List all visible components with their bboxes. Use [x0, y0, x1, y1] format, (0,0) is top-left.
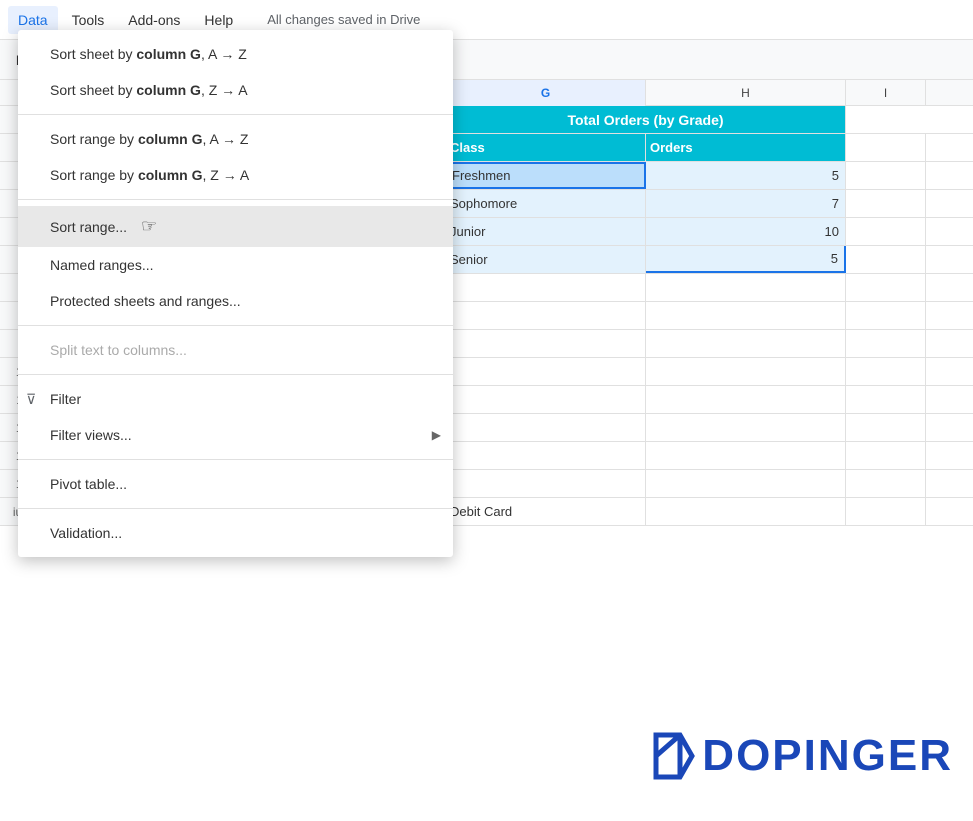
sort-range-item[interactable]: Sort range... ☞	[18, 206, 453, 247]
cell-h9[interactable]	[646, 330, 846, 357]
cell-h13[interactable]	[646, 442, 846, 469]
dopinger-d-icon	[648, 731, 700, 781]
cell-h6-5[interactable]: 5	[646, 246, 846, 273]
sort-range-za-label: Sort range by column G, Z → A	[50, 167, 249, 183]
cell-g13[interactable]	[446, 442, 646, 469]
cell-g10[interactable]	[446, 358, 646, 385]
filter-views-label: Filter views...	[50, 427, 132, 443]
cell-g1-title[interactable]: Total Orders (by Grade)	[446, 106, 846, 133]
pivot-table-item[interactable]: Pivot table...	[18, 466, 453, 502]
protected-sheets-label: Protected sheets and ranges...	[50, 293, 241, 309]
sort-range-label: Sort range...	[50, 219, 127, 235]
cell-g7[interactable]	[446, 274, 646, 301]
cell-h8[interactable]	[646, 302, 846, 329]
dopinger-text: DOPINGER	[702, 731, 953, 781]
separator-4	[18, 374, 453, 375]
dropdown-menu: Sort sheet by column G, A → Z Sort sheet…	[18, 30, 453, 557]
separator-6	[18, 508, 453, 509]
cell-g-bottom[interactable]: Debit Card	[446, 498, 646, 525]
cell-i3[interactable]	[846, 162, 926, 189]
cell-i11[interactable]	[846, 386, 926, 413]
separator-1	[18, 114, 453, 115]
col-header-g[interactable]: G	[446, 80, 646, 106]
cell-i12[interactable]	[846, 414, 926, 441]
cell-i10[interactable]	[846, 358, 926, 385]
sort-range-za[interactable]: Sort range by column G, Z → A	[18, 157, 453, 193]
split-text-item[interactable]: Split text to columns...	[18, 332, 453, 368]
cell-g12[interactable]	[446, 414, 646, 441]
cell-h2-orders[interactable]: Orders	[646, 134, 846, 161]
filter-views-arrow: ▶	[432, 428, 441, 442]
named-ranges-label: Named ranges...	[50, 257, 154, 273]
named-ranges-item[interactable]: Named ranges...	[18, 247, 453, 283]
cell-h-bottom[interactable]	[646, 498, 846, 525]
protected-sheets-item[interactable]: Protected sheets and ranges...	[18, 283, 453, 319]
col-header-h[interactable]: H	[646, 80, 846, 106]
sort-range-az[interactable]: Sort range by column G, A → Z	[18, 121, 453, 157]
pivot-table-label: Pivot table...	[50, 476, 127, 492]
sort-sheet-az[interactable]: Sort sheet by column G, A → Z	[18, 36, 453, 72]
cursor-icon: ☞	[141, 216, 157, 237]
cell-g2-class[interactable]: Class	[446, 134, 646, 161]
filter-label: Filter	[50, 391, 81, 407]
save-status: All changes saved in Drive	[267, 12, 420, 27]
cell-i-bottom[interactable]	[846, 498, 926, 525]
cell-g14[interactable]	[446, 470, 646, 497]
sort-sheet-za-label: Sort sheet by column G, Z → A	[50, 82, 248, 98]
sort-sheet-az-label: Sort sheet by column G, A → Z	[50, 46, 247, 62]
dopinger-logo: DOPINGER	[648, 731, 953, 781]
cell-g8[interactable]	[446, 302, 646, 329]
col-header-i[interactable]: I	[846, 80, 926, 106]
validation-label: Validation...	[50, 525, 122, 541]
sort-range-az-label: Sort range by column G, A → Z	[50, 131, 248, 147]
cell-i4[interactable]	[846, 190, 926, 217]
cell-h14[interactable]	[646, 470, 846, 497]
cell-i9[interactable]	[846, 330, 926, 357]
separator-5	[18, 459, 453, 460]
filter-views-item[interactable]: Filter views... ▶	[18, 417, 453, 453]
cell-i7[interactable]	[846, 274, 926, 301]
filter-icon: ⊽	[26, 391, 36, 408]
cell-h12[interactable]	[646, 414, 846, 441]
sort-sheet-za[interactable]: Sort sheet by column G, Z → A	[18, 72, 453, 108]
cell-h5-10[interactable]: 10	[646, 218, 846, 245]
cell-g3-freshmen[interactable]: Freshmen	[446, 162, 646, 189]
cell-g4-sophomore[interactable]: Sophomore	[446, 190, 646, 217]
cell-g5-junior[interactable]: Junior	[446, 218, 646, 245]
cell-h10[interactable]	[646, 358, 846, 385]
cell-i13[interactable]	[846, 442, 926, 469]
cell-g9[interactable]	[446, 330, 646, 357]
cell-i6[interactable]	[846, 246, 926, 273]
cell-i5[interactable]	[846, 218, 926, 245]
cell-h4-7[interactable]: 7	[646, 190, 846, 217]
cell-g11[interactable]	[446, 386, 646, 413]
split-text-label: Split text to columns...	[50, 342, 187, 358]
separator-3	[18, 325, 453, 326]
cell-h7[interactable]	[646, 274, 846, 301]
cell-g6-senior[interactable]: Senior	[446, 246, 646, 273]
separator-2	[18, 199, 453, 200]
cell-h3-5[interactable]: 5	[646, 162, 846, 189]
validation-item[interactable]: Validation...	[18, 515, 453, 551]
cell-i14[interactable]	[846, 470, 926, 497]
cell-i2[interactable]	[846, 134, 926, 161]
filter-item[interactable]: ⊽ Filter	[18, 381, 453, 417]
cell-i8[interactable]	[846, 302, 926, 329]
cell-h11[interactable]	[646, 386, 846, 413]
